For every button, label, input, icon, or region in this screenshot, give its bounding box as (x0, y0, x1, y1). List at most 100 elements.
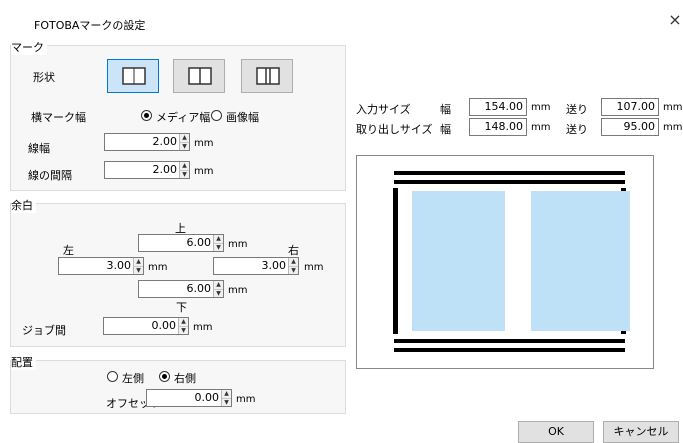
line-width-label: 線幅 (28, 142, 50, 155)
input-width-unit: mm (531, 102, 551, 113)
shape-label: 形状 (33, 71, 55, 84)
spin-down-icon[interactable]: ▼ (289, 266, 298, 274)
margin-right-stepper[interactable]: ▲ ▼ (288, 258, 298, 274)
close-icon[interactable]: × (668, 12, 682, 28)
line-width-unit: mm (194, 138, 214, 149)
margin-top-unit: mm (228, 239, 248, 250)
offset-unit: mm (236, 394, 256, 405)
output-feed-field: 95.00 (601, 118, 659, 136)
spin-up-icon[interactable]: ▲ (214, 281, 223, 289)
preview-top-mark-outer (394, 171, 625, 175)
margin-bottom-unit: mm (228, 285, 248, 296)
input-feed-field: 107.00 (601, 98, 659, 116)
radio-image-width[interactable] (211, 110, 222, 121)
output-width-field: 148.00 (469, 118, 527, 136)
input-width-field: 154.00 (469, 98, 527, 116)
spin-up-icon[interactable]: ▲ (179, 318, 188, 326)
cancel-button[interactable]: キャンセル (603, 421, 679, 443)
spin-up-icon[interactable]: ▲ (222, 390, 231, 398)
job-gap-label: ジョブ間 (22, 324, 66, 337)
offset-stepper[interactable]: ▲ ▼ (221, 390, 231, 406)
mark-group-label: マーク (11, 39, 47, 55)
mark-width-label: 横マーク幅 (31, 111, 86, 124)
spin-down-icon[interactable]: ▼ (214, 243, 223, 251)
margin-left-unit: mm (148, 262, 168, 273)
line-width-spinner[interactable]: 2.00 ▲ ▼ (104, 133, 190, 151)
margin-top-value[interactable]: 6.00 (187, 236, 212, 249)
line-width-value[interactable]: 2.00 (153, 135, 178, 148)
shape-double-line-icon (256, 67, 280, 85)
spin-down-icon[interactable]: ▼ (134, 266, 143, 274)
preview-right-page (531, 191, 630, 331)
margin-top-stepper[interactable]: ▲ ▼ (213, 235, 223, 251)
spin-up-icon[interactable]: ▲ (289, 258, 298, 266)
mark-preview (356, 155, 654, 369)
shape-center-line-icon (188, 67, 212, 85)
preview-bottom-mark-inner (394, 339, 625, 343)
output-feed-unit: mm (663, 122, 683, 133)
input-width-value: 154.00 (484, 100, 524, 113)
spin-down-icon[interactable]: ▼ (180, 142, 189, 150)
spin-up-icon[interactable]: ▲ (180, 134, 189, 142)
shape-double-line-button[interactable] (241, 59, 293, 93)
ok-button[interactable]: OK (518, 421, 594, 443)
spin-up-icon[interactable]: ▲ (180, 162, 189, 170)
spin-down-icon[interactable]: ▼ (222, 398, 231, 406)
line-gap-spinner[interactable]: 2.00 ▲ ▼ (104, 161, 190, 179)
margin-left-spinner[interactable]: 3.00 ▲ ▼ (58, 257, 144, 275)
line-gap-value[interactable]: 2.00 (153, 163, 178, 176)
job-gap-stepper[interactable]: ▲ ▼ (178, 318, 188, 334)
output-feed-value: 95.00 (623, 120, 656, 133)
spin-down-icon[interactable]: ▼ (179, 326, 188, 334)
radio-image-width-label[interactable]: 画像幅 (226, 109, 259, 125)
margin-left-value[interactable]: 3.00 (107, 259, 132, 272)
placement-group-label: 配置 (11, 354, 36, 370)
line-gap-unit: mm (194, 166, 214, 177)
offset-spinner[interactable]: 0.00 ▲ ▼ (146, 389, 232, 407)
output-width-value: 148.00 (484, 120, 524, 133)
margin-right-label: 右 (288, 244, 299, 257)
margin-right-unit: mm (304, 262, 324, 273)
job-gap-value[interactable]: 0.00 (152, 319, 177, 332)
spin-up-icon[interactable]: ▲ (214, 235, 223, 243)
spin-down-icon[interactable]: ▼ (214, 289, 223, 297)
radio-media-width-label[interactable]: メディア幅 (156, 109, 210, 125)
input-size-label: 入力サイズ (356, 103, 411, 116)
spin-down-icon[interactable]: ▼ (180, 170, 189, 178)
job-gap-spinner[interactable]: 0.00 ▲ ▼ (103, 317, 189, 335)
radio-right-side[interactable] (159, 371, 170, 382)
input-feed-label: 送り (566, 103, 588, 116)
margin-bottom-value[interactable]: 6.00 (187, 282, 212, 295)
margin-left-stepper[interactable]: ▲ ▼ (133, 258, 143, 274)
shape-center-line-button[interactable] (173, 59, 225, 93)
offset-value[interactable]: 0.00 (195, 391, 220, 404)
shape-single-frame-button[interactable] (107, 59, 159, 93)
job-gap-unit: mm (193, 322, 213, 333)
margin-group-label: 余白 (11, 197, 36, 213)
output-feed-label: 送り (566, 123, 588, 136)
input-feed-value: 107.00 (616, 100, 656, 113)
radio-left-side[interactable] (107, 371, 118, 382)
preview-left-page (412, 191, 505, 331)
preview-top-mark-inner (394, 180, 625, 184)
radio-right-side-label[interactable]: 右側 (174, 370, 196, 386)
margin-right-value[interactable]: 3.00 (262, 259, 287, 272)
radio-media-width[interactable] (141, 110, 152, 121)
output-width-label: 幅 (440, 123, 451, 136)
margin-left-label: 左 (63, 244, 74, 257)
preview-bottom-mark-outer (394, 348, 625, 352)
margin-right-spinner[interactable]: 3.00 ▲ ▼ (213, 257, 299, 275)
margin-bottom-spinner[interactable]: 6.00 ▲ ▼ (138, 280, 224, 298)
input-width-label: 幅 (440, 103, 451, 116)
margin-bottom-stepper[interactable]: ▲ ▼ (213, 281, 223, 297)
window-title: FOTOBAマークの設定 (34, 19, 146, 32)
line-gap-stepper[interactable]: ▲ ▼ (179, 162, 189, 178)
spin-up-icon[interactable]: ▲ (134, 258, 143, 266)
output-size-label: 取り出しサイズ (356, 123, 433, 136)
preview-left-mark (393, 188, 398, 334)
margin-top-spinner[interactable]: 6.00 ▲ ▼ (138, 234, 224, 252)
margin-bottom-label: 下 (176, 301, 187, 314)
radio-left-side-label[interactable]: 左側 (122, 370, 144, 386)
shape-single-frame-icon (122, 67, 146, 85)
line-width-stepper[interactable]: ▲ ▼ (179, 134, 189, 150)
